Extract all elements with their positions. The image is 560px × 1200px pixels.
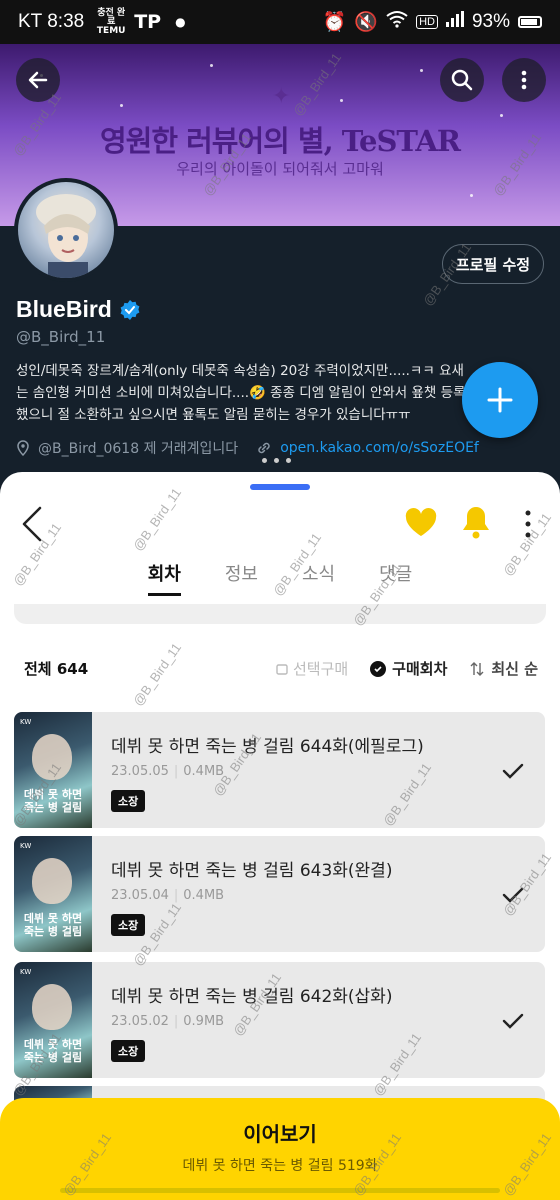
battery-percent: 93%: [471, 11, 510, 32]
search-icon: [451, 69, 473, 91]
wifi-icon: [386, 10, 408, 34]
owned-badge: 소장: [111, 790, 146, 812]
continue-label: 이어보기: [243, 1122, 317, 1146]
more-vertical-icon: [521, 70, 527, 90]
profile-name: BlueBird: [16, 296, 140, 323]
tab-news[interactable]: 소식: [302, 560, 335, 596]
status-bar: KT 8:38 충전 완료 TEMU TP ● ⏰ 🔇 HD 93%: [0, 0, 560, 44]
tp-notification-icon: TP: [134, 11, 162, 33]
check-icon: [502, 763, 524, 779]
star-icon: ✦: [272, 84, 291, 109]
edit-profile-button[interactable]: 프로필 수정: [442, 244, 544, 284]
sheet-tabs: 회차 정보 소식 댓글: [0, 560, 560, 596]
banner-subtitle: 우리의 아이돌이 되어줘서 고마워: [176, 160, 384, 178]
continue-subtitle: 데뷔 못 하면 죽는 병 걸림 519화: [182, 1158, 378, 1174]
notification-dot-icon: ●: [175, 15, 186, 29]
continue-reading-button[interactable]: 이어보기 데뷔 못 하면 죽는 병 걸림 519화: [0, 1098, 560, 1200]
profile-link[interactable]: open.kakao.com/o/sSozEOEf: [280, 440, 479, 456]
temu-notification-icon: 충전 완료 TEMU: [96, 7, 126, 36]
owned-badge: 소장: [111, 914, 146, 936]
episode-meta: 23.05.05 | 0.4MB: [111, 764, 225, 779]
location-pin-icon: [17, 440, 29, 456]
back-button[interactable]: [16, 58, 60, 102]
compose-fab-button[interactable]: [462, 362, 538, 438]
search-button[interactable]: [440, 58, 484, 102]
owned-badge: 소장: [111, 1040, 146, 1062]
checked-circle-icon: [370, 660, 387, 677]
episode-thumbnail: KW 데뷔 못 하면 죽는 병 걸림: [14, 712, 92, 828]
back-chevron-icon[interactable]: [18, 504, 46, 544]
filter-bar: 전체 644 선택구매 구매회차 최신 순: [24, 658, 538, 679]
purchased-label: 구매회차: [392, 660, 448, 678]
episode-row[interactable]: KW 데뷔 못 하면 죽는 병 걸림 데뷔 못 하면 죽는 병 걸림 644화(에…: [14, 712, 545, 828]
select-buy-label: 선택구매: [292, 660, 349, 678]
link-icon: [258, 442, 270, 454]
select-buy-button[interactable]: 선택구매: [275, 658, 348, 679]
arrow-left-icon: [28, 71, 48, 89]
carrier-time: KT 8:38: [18, 11, 85, 32]
check-icon: [502, 1013, 524, 1029]
sheet-toolbar: [0, 490, 560, 550]
hd-voice-icon: HD: [416, 15, 438, 29]
split-handle[interactable]: [262, 458, 291, 463]
signal-icon: [445, 11, 464, 33]
heart-icon[interactable]: [404, 508, 438, 538]
banner-title: 영원한 러뷰어의 별, TeSTAR: [99, 124, 461, 158]
sort-icon: [470, 661, 484, 676]
bell-icon[interactable]: [460, 504, 492, 540]
gesture-bar: [60, 1188, 500, 1193]
episode-title: 데뷔 못 하면 죽는 병 걸림 643화(완결): [111, 861, 393, 881]
episode-title: 데뷔 못 하면 죽는 병 걸림 642화(삽화): [111, 987, 393, 1007]
verified-badge-icon: [120, 299, 140, 320]
profile-section: 프로필 수정 BlueBird @B_Bird_11 성인/데못죽 장르계/솜계…: [0, 178, 560, 470]
profile-bio: 성인/데못죽 장르계/솜계(only 데못죽 속성솜) 20강 주력이었지만..…: [16, 363, 466, 423]
episode-thumbnail: KW 데뷔 못 하면 죽는 병 걸림: [14, 962, 92, 1078]
episode-meta: 23.05.04 | 0.4MB: [111, 888, 225, 903]
plus-icon: [487, 387, 513, 413]
mute-icon: 🔇: [354, 12, 379, 33]
tab-comments[interactable]: 댓글: [379, 560, 412, 596]
sort-label: 최신 순: [491, 660, 538, 678]
location-text: @B_Bird_0618 제 거래계입니다: [38, 441, 239, 457]
battery-icon: [518, 16, 542, 28]
more-vertical-icon[interactable]: [518, 508, 538, 540]
more-options-button[interactable]: [502, 58, 546, 102]
episode-thumbnail: KW 데뷔 못 하면 죽는 병 걸림: [14, 836, 92, 952]
episode-row[interactable]: KW 데뷔 못 하면 죽는 병 걸림 데뷔 못 하면 죽는 병 걸림 643화(완…: [14, 836, 545, 952]
episode-title: 데뷔 못 하면 죽는 병 걸림 644화(에필로그): [111, 737, 424, 757]
episode-meta: 23.05.02 | 0.9MB: [111, 1014, 225, 1029]
episode-total: 전체 644: [24, 660, 89, 678]
cart-icon: [276, 663, 288, 675]
episode-sheet: 회차 정보 소식 댓글 전체 644 선택구매 구매회차 최신 순 KW 데뷔 못…: [0, 472, 560, 1200]
profile-meta: @B_Bird_0618 제 거래계입니다 open.kakao.com/o/s…: [16, 438, 479, 458]
sort-button[interactable]: 최신 순: [469, 658, 538, 679]
info-strip: [14, 604, 546, 624]
avatar[interactable]: [14, 178, 118, 282]
profile-handle: @B_Bird_11: [16, 328, 106, 346]
episode-row[interactable]: KW 데뷔 못 하면 죽는 병 걸림 데뷔 못 하면 죽는 병 걸림 642화(삽…: [14, 962, 545, 1078]
purchased-filter-toggle[interactable]: 구매회차: [370, 658, 447, 679]
display-name: BlueBird: [16, 296, 112, 322]
tab-info[interactable]: 정보: [225, 560, 258, 596]
check-icon: [502, 887, 524, 903]
alarm-icon: ⏰: [322, 12, 347, 33]
tab-episodes[interactable]: 회차: [147, 560, 182, 596]
